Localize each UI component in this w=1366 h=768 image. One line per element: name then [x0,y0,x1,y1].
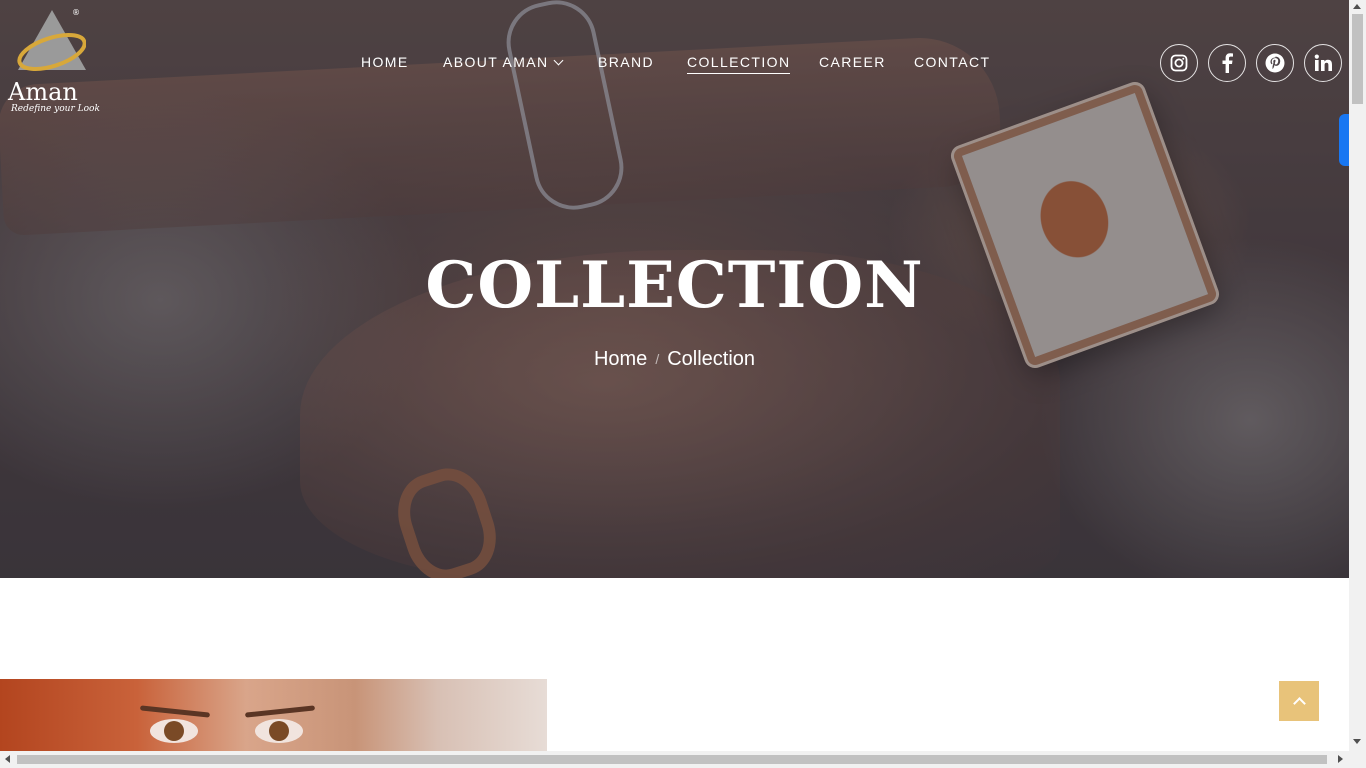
chevron-down-icon [553,55,563,66]
nav-collection[interactable]: COLLECTION [687,52,791,74]
nav-about-aman-label: ABOUT AMAN [443,54,549,70]
horizontal-scroll-thumb[interactable] [17,755,1327,764]
nav-contact[interactable]: CONTACT [914,52,990,74]
brand-logo[interactable]: ® Aman Redefine your Look [8,8,100,120]
breadcrumb-separator: / [655,351,660,367]
nav-home[interactable]: HOME [361,52,409,74]
nav-career[interactable]: CAREER [819,52,886,74]
nav-about-aman[interactable]: ABOUT AMAN [443,52,563,74]
instagram-button[interactable] [1160,44,1198,82]
scroll-down-arrow-icon[interactable] [1353,739,1361,744]
vertical-scroll-thumb[interactable] [1352,14,1363,104]
vertical-scrollbar[interactable] [1349,0,1366,751]
logo-mark-icon [17,10,86,71]
pinterest-button[interactable] [1256,44,1294,82]
scroll-left-arrow-icon[interactable] [5,755,10,763]
facebook-icon [1222,53,1233,73]
back-to-top-button[interactable] [1279,681,1319,721]
breadcrumb-home-link[interactable]: Home [594,348,647,370]
scroll-right-arrow-icon[interactable] [1338,755,1343,763]
brand-name: Aman [8,78,78,106]
breadcrumb-current: Collection [667,348,756,370]
page-title: COLLECTION [425,248,924,323]
instagram-icon [1170,54,1188,72]
horizontal-scrollbar[interactable] [0,751,1366,768]
linkedin-button[interactable] [1304,44,1342,82]
linkedin-icon [1314,54,1332,71]
scroll-up-arrow-icon[interactable] [1353,4,1361,9]
pinterest-icon [1265,53,1285,73]
facebook-button[interactable] [1208,44,1246,82]
breadcrumb: Home / Collection [0,348,1349,371]
nav-brand[interactable]: BRAND [598,52,654,74]
registered-mark: ® [72,8,80,17]
brand-tagline: Redefine your Look [11,104,100,114]
chevron-up-icon [1292,697,1306,710]
collection-image[interactable] [0,679,547,751]
